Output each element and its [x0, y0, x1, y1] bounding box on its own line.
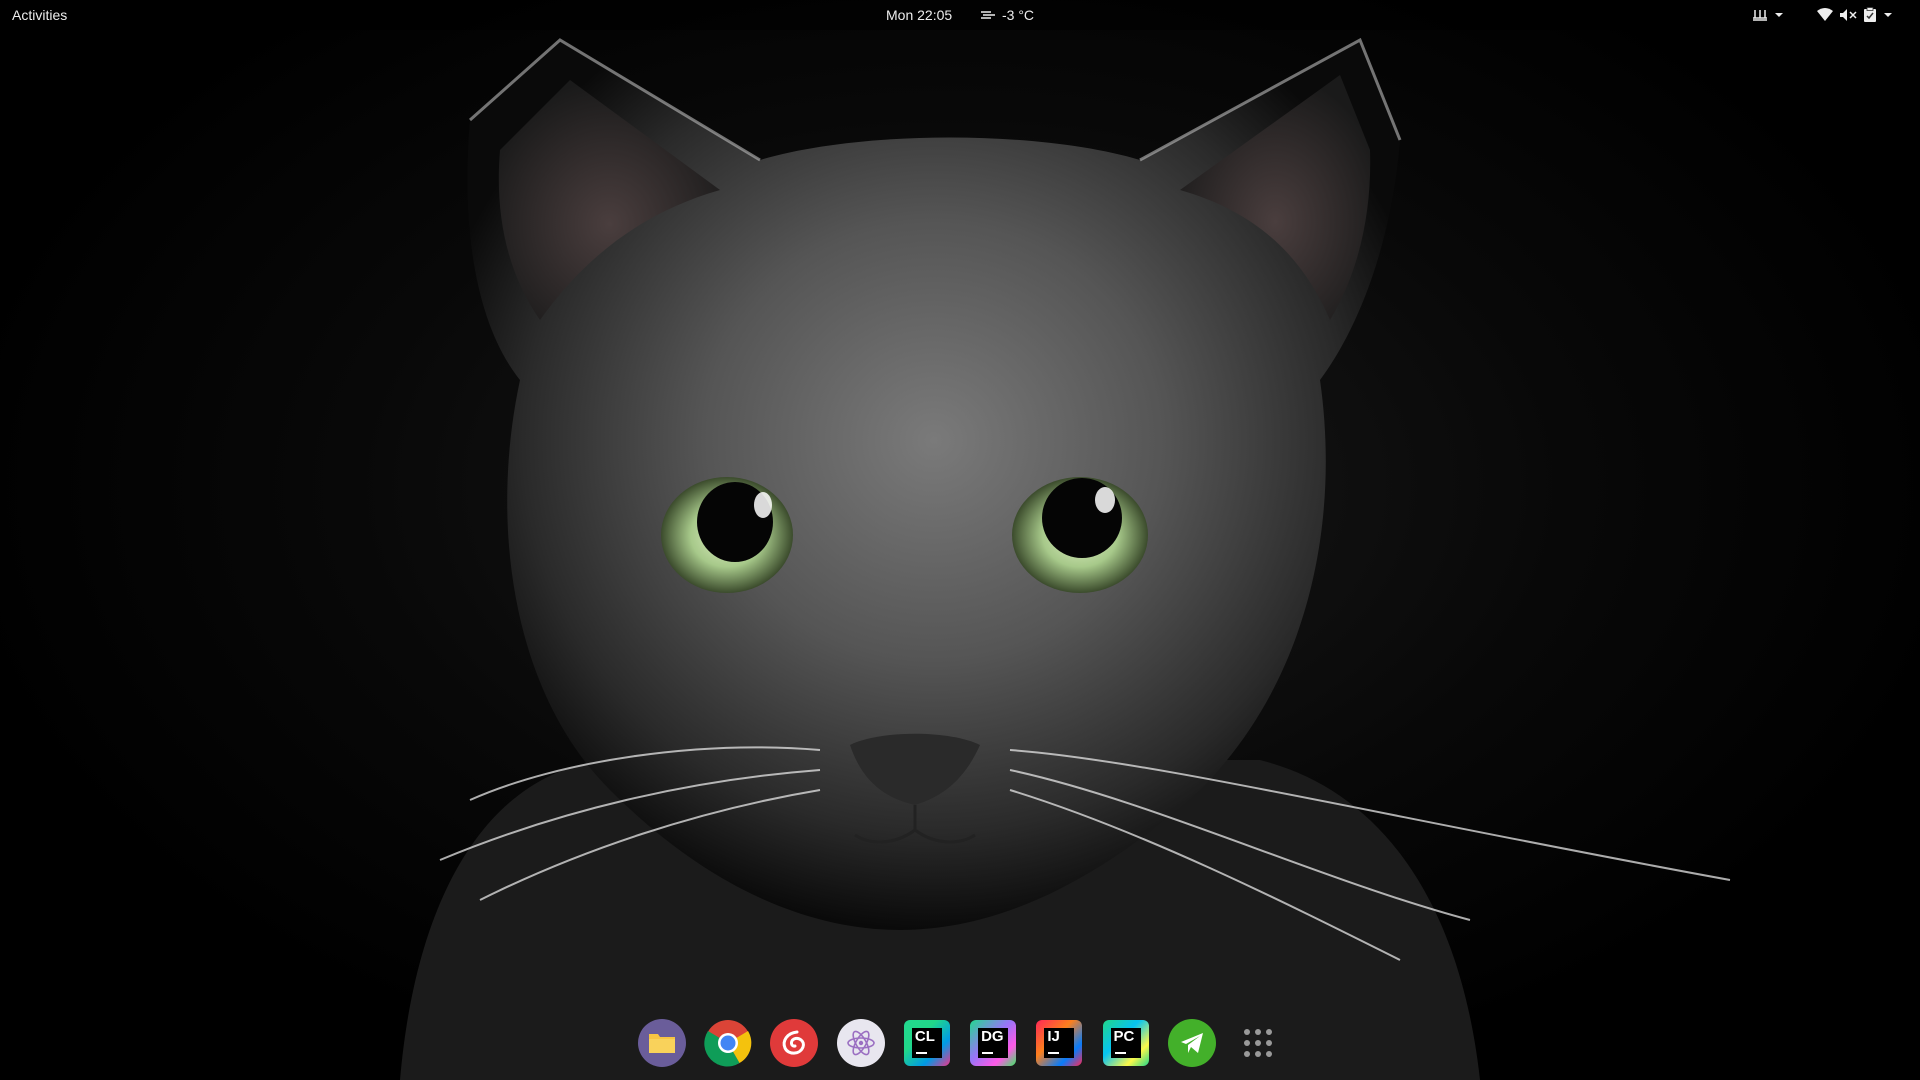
dock-app-intellij[interactable]: IJ — [1035, 1019, 1083, 1067]
dock-app-chrome[interactable] — [704, 1019, 752, 1067]
show-applications-button[interactable] — [1234, 1019, 1282, 1067]
atom-icon — [846, 1030, 875, 1056]
chrome-icon — [704, 1020, 752, 1067]
system-status-menu[interactable] — [1817, 0, 1893, 30]
dock-app-telegram[interactable] — [1167, 1019, 1216, 1067]
input-method-menu[interactable] — [1752, 0, 1784, 30]
chevron-down-icon — [1775, 13, 1783, 17]
telegram-icon — [1180, 1033, 1203, 1053]
dock-app-datagrip[interactable]: DG — [969, 1019, 1017, 1067]
fog-icon — [981, 11, 995, 19]
files-icon — [649, 1034, 675, 1053]
weather-indicator[interactable]: -3 °C — [980, 0, 1034, 30]
netease-music-icon — [783, 1030, 806, 1055]
dock-app-netease-music[interactable] — [770, 1019, 819, 1067]
clion-label: CL — [911, 1028, 942, 1058]
dock-app-clion[interactable]: CL — [903, 1019, 951, 1067]
volume-muted-icon — [1840, 9, 1857, 21]
intellij-icon: IJ — [1036, 1020, 1083, 1066]
clock[interactable]: Mon 22:05 — [886, 0, 952, 30]
dock-app-files[interactable] — [638, 1019, 686, 1067]
temperature-label: -3 °C — [1002, 7, 1035, 23]
cat-wallpaper — [400, 37, 1731, 1080]
dock-app-atom[interactable] — [836, 1019, 885, 1067]
dock-app-pycharm[interactable]: PC — [1102, 1019, 1150, 1067]
datagrip-icon: DG — [970, 1020, 1017, 1066]
pycharm-label: PC — [1110, 1028, 1141, 1058]
top-bar: Activities Mon 22:05 -3 °C — [0, 0, 1920, 30]
clion-icon: CL — [903, 1020, 950, 1066]
intellij-label: IJ — [1044, 1028, 1075, 1058]
datagrip-label: DG — [978, 1028, 1009, 1058]
dock: CL DG IJ PC — [630, 1012, 1290, 1074]
pycharm-icon: PC — [1102, 1020, 1149, 1066]
activities-button[interactable]: Activities — [12, 0, 67, 30]
clipboard-icon — [1864, 7, 1876, 22]
app-grid-icon — [1243, 1029, 1272, 1057]
chevron-down-icon — [1884, 13, 1892, 17]
input-method-icon — [1753, 10, 1767, 21]
desktop: Activities Mon 22:05 -3 °C CL DG IJ PC — [0, 0, 1920, 1080]
wifi-icon — [1817, 8, 1833, 21]
